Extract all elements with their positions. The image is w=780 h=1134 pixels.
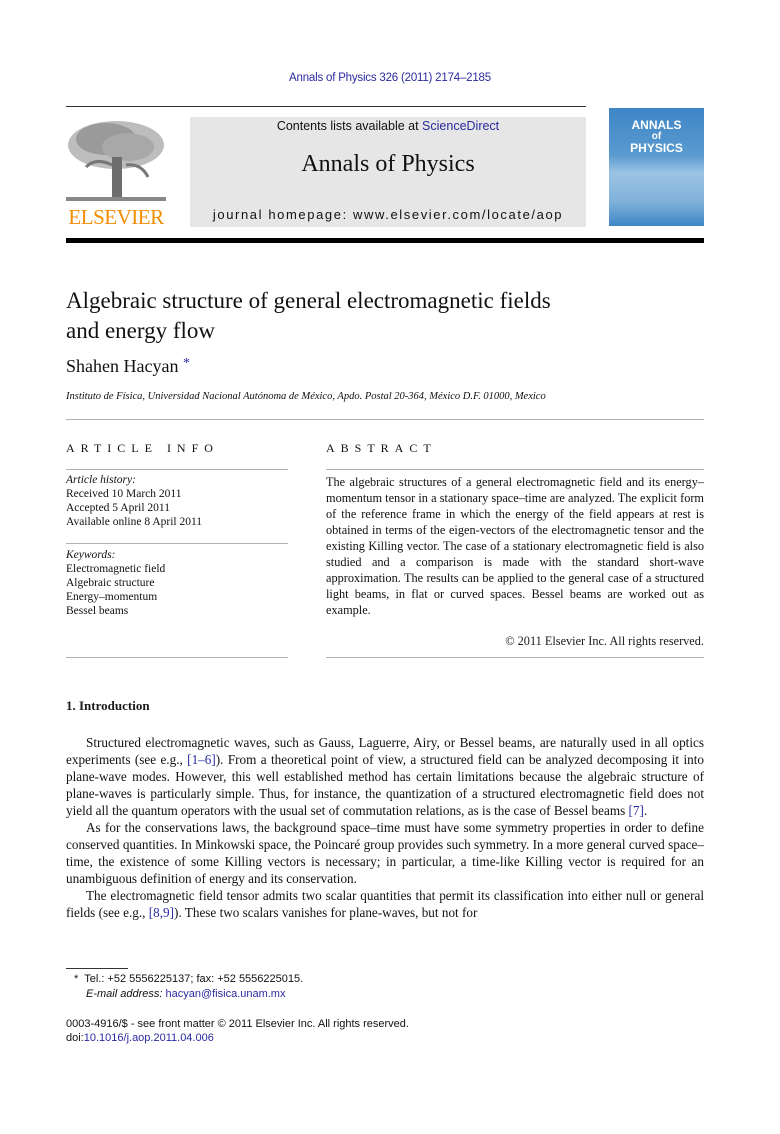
tree-icon (66, 121, 166, 201)
text: ). These two scalars vanishes for plane-… (174, 905, 478, 920)
history-accepted: Accepted 5 April 2011 (66, 502, 171, 514)
history-received: Received 10 March 2011 (66, 488, 182, 500)
paragraph: As for the conservations laws, the backg… (66, 820, 704, 886)
abstract-copyright: © 2011 Elsevier Inc. All rights reserved… (505, 634, 704, 648)
abstract-bottom-divider (326, 657, 704, 658)
abstract-text: The algebraic structures of a general el… (326, 475, 704, 617)
elsevier-wordmark: ELSEVIER (68, 205, 164, 229)
keywords-label: Keywords: (66, 549, 116, 561)
affiliation-divider (66, 419, 704, 420)
keywords-divider (66, 543, 288, 544)
article-info-divider (66, 469, 288, 470)
affiliation: Instituto de Física, Universidad Naciona… (66, 391, 546, 402)
article-info-bottom-divider (66, 657, 288, 658)
journal-homepage[interactable]: journal homepage: www.elsevier.com/locat… (190, 207, 586, 222)
journal-cover-image: ANNALS of PHYSICS (609, 108, 704, 226)
email-link[interactable]: hacyan@fisica.unam.mx (165, 988, 285, 1000)
header-thick-rule (66, 238, 704, 243)
citation-link[interactable]: [8,9] (149, 905, 174, 920)
history-label: Article history: (66, 474, 136, 486)
author: Shahen Hacyan * (66, 356, 190, 377)
footnote-mark: * (74, 973, 79, 985)
paragraph: The electromagnetic field tensor admits … (66, 887, 704, 921)
history-online: Available online 8 April 2011 (66, 516, 203, 528)
keyword: Bessel beams (66, 605, 129, 617)
paragraph: Structured electromagnetic waves, such a… (66, 734, 704, 819)
text: . (643, 803, 648, 818)
title-line-1: Algebraic structure of general electroma… (66, 288, 551, 313)
contents-prefix: Contents lists available at (276, 119, 423, 133)
elsevier-logo: ELSEVIER (66, 117, 166, 229)
citation-link[interactable]: [7] (629, 803, 644, 818)
keywords: Keywords: Electromagnetic field Algebrai… (66, 548, 165, 618)
article-history: Article history: Received 10 March 2011 … (66, 473, 202, 529)
author-name: Shahen Hacyan (66, 356, 179, 376)
email-label: E-mail address: (86, 988, 163, 1000)
footnote-rule (66, 968, 128, 969)
doi-line: doi:10.1016/j.aop.2011.04.006 (66, 1032, 214, 1044)
citation-link[interactable]: [1–6] (187, 752, 216, 767)
journal-banner: Contents lists available at ScienceDirec… (190, 117, 586, 227)
sciencedirect-link[interactable]: ScienceDirect (422, 119, 499, 133)
footnote-tel: * Tel.: +52 5556225137; fax: +52 5556225… (74, 973, 303, 985)
article-info-heading: ARTICLE INFO (66, 441, 219, 455)
cover-title-line3: PHYSICS (630, 141, 683, 155)
journal-title: Annals of Physics (301, 151, 475, 177)
title-line-2: and energy flow (66, 318, 216, 343)
introduction-body: Structured electromagnetic waves, such a… (66, 734, 704, 921)
doi-link[interactable]: 10.1016/j.aop.2011.04.006 (84, 1032, 214, 1044)
footnote-email: E-mail address: hacyan@fisica.unam.mx (86, 988, 285, 1000)
doi-label: doi: (66, 1032, 84, 1044)
abstract-heading: ABSTRACT (326, 441, 437, 455)
journal-reference[interactable]: Annals of Physics 326 (2011) 2174–2185 (0, 72, 780, 84)
keyword: Energy–momentum (66, 591, 158, 603)
keyword: Algebraic structure (66, 577, 155, 589)
author-footnote-mark[interactable]: * (183, 356, 190, 371)
header-divider (66, 106, 586, 107)
cover-title-line1: ANNALS (631, 118, 682, 132)
footnote-tel-text: Tel.: +52 5556225137; fax: +52 555622501… (84, 973, 304, 985)
article-title: Algebraic structure of general electroma… (66, 286, 706, 346)
keyword: Electromagnetic field (66, 563, 166, 575)
contents-line: Contents lists available at ScienceDirec… (190, 119, 586, 133)
abstract-divider (326, 469, 704, 470)
section-heading-introduction: 1. Introduction (66, 698, 150, 713)
issn-line: 0003-4916/$ - see front matter © 2011 El… (66, 1018, 409, 1030)
